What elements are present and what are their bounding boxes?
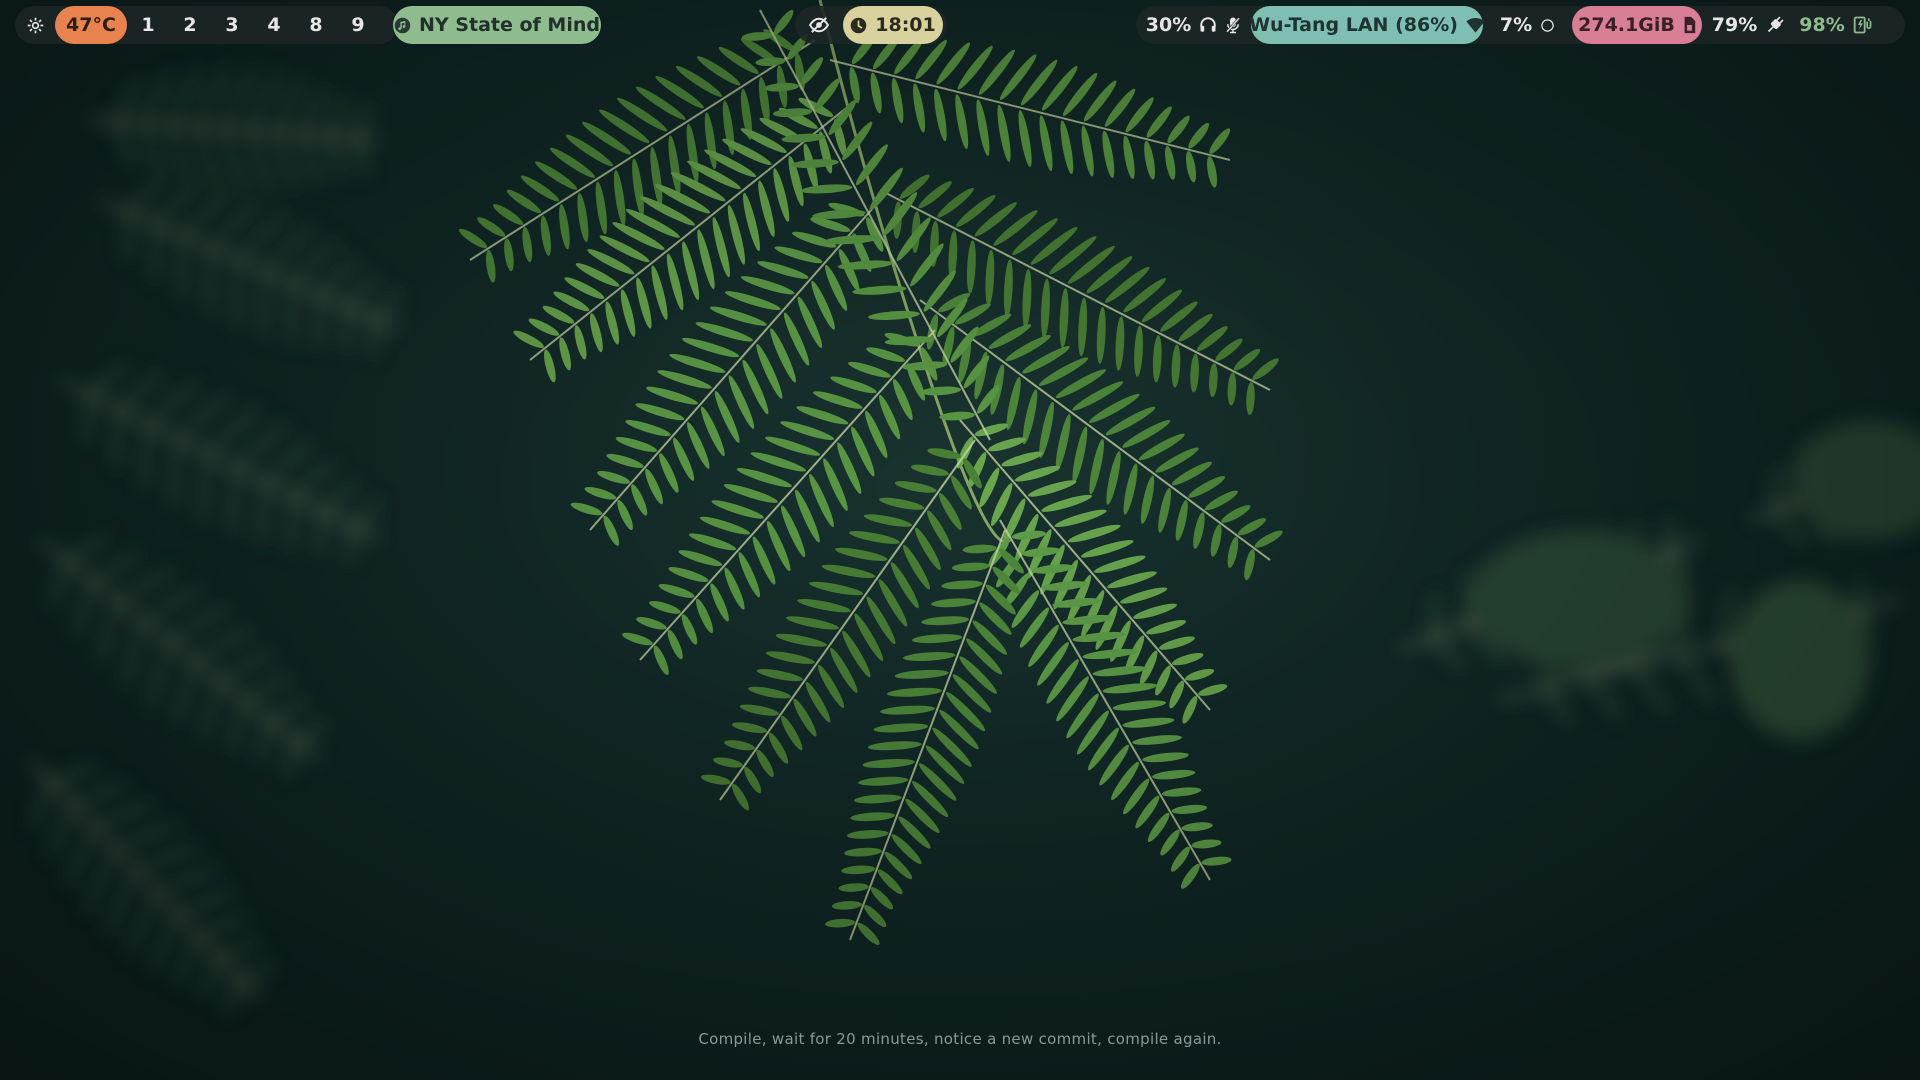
- clock-time: 18:01: [875, 14, 936, 36]
- clock-widget[interactable]: 18:01: [843, 6, 943, 44]
- circle-icon: [1540, 18, 1555, 33]
- cpu-widget[interactable]: 7%: [1483, 6, 1572, 44]
- disk-widget[interactable]: 274.1GiB: [1572, 6, 1702, 44]
- workspace-label: 8: [309, 14, 323, 36]
- gear-icon: [27, 17, 44, 34]
- workspace-button-4[interactable]: 4: [253, 6, 295, 44]
- eye-slash-icon: [808, 16, 830, 34]
- headphones-icon: [1199, 16, 1217, 34]
- workspace-button-8[interactable]: 8: [295, 6, 337, 44]
- clock-icon: [850, 17, 867, 34]
- sd-card-icon: [1683, 16, 1696, 34]
- network-widget[interactable]: Wu-Tang LAN (86%): [1249, 6, 1485, 44]
- workspace-label: 2: [183, 14, 197, 36]
- wallpaper-fern-image: [0, 0, 1920, 1080]
- volume-widget[interactable]: 30%: [1136, 6, 1251, 44]
- settings-button[interactable]: [15, 6, 55, 44]
- workspace-button-2[interactable]: 2: [169, 6, 211, 44]
- message-of-the-day: Compile, wait for 20 minutes, notice a n…: [698, 1030, 1222, 1048]
- center-bar-module: 18:01: [795, 6, 947, 44]
- cpu-value: 7%: [1499, 14, 1533, 36]
- battery-charging-icon: [1853, 15, 1873, 35]
- memory-value: 79%: [1711, 14, 1758, 36]
- temperature-value: 47°C: [66, 14, 116, 36]
- volume-value: 30%: [1145, 14, 1192, 36]
- left-bar-module: 47°C 1 2 3 4 8 9: [15, 6, 398, 44]
- media-player-widget[interactable]: NY State of Mind: [393, 6, 601, 44]
- plug-icon: [1765, 15, 1785, 35]
- disk-value: 274.1GiB: [1578, 14, 1675, 36]
- workspace-label: 3: [225, 14, 239, 36]
- battery-value: 98%: [1799, 14, 1845, 36]
- temperature-badge[interactable]: 47°C: [55, 6, 127, 44]
- right-bar-module: 30% Wu-Tang LAN (86%) 7% 274.1GiB 79% 98…: [1136, 6, 1905, 44]
- workspace-label: 1: [141, 14, 155, 36]
- workspace-label: 4: [267, 14, 281, 36]
- workspace-button-9[interactable]: 9: [337, 6, 379, 44]
- workspace-button-3[interactable]: 3: [211, 6, 253, 44]
- media-title: NY State of Mind: [419, 14, 600, 36]
- idle-inhibitor-button[interactable]: [795, 6, 843, 44]
- network-label: Wu-Tang LAN (86%): [1249, 14, 1458, 36]
- battery-widget[interactable]: 98%: [1795, 6, 1877, 44]
- workspace-button-1[interactable]: 1: [127, 6, 169, 44]
- workspace-label: 9: [351, 14, 365, 36]
- music-note-icon: [394, 17, 411, 34]
- memory-widget[interactable]: 79%: [1702, 6, 1795, 44]
- microphone-muted-icon: [1225, 16, 1241, 34]
